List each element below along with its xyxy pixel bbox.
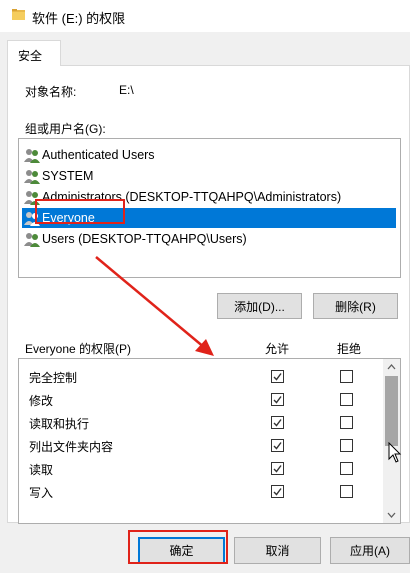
permission-label: 写入 <box>29 486 54 500</box>
window-title: 软件 (E:) 的权限 <box>32 11 126 26</box>
users-icon <box>24 233 40 247</box>
permission-label: 列出文件夹内容 <box>29 440 114 454</box>
table-row: 完全控制 <box>19 365 379 388</box>
deny-checkbox[interactable] <box>340 485 353 498</box>
apply-button[interactable]: 应用(A) <box>330 537 410 564</box>
allow-checkbox[interactable] <box>271 462 284 475</box>
annotation-highlight-ok <box>128 530 228 564</box>
tab-security[interactable]: 安全 <box>7 40 61 66</box>
title-bar: 软件 (E:) 的权限 <box>0 0 410 32</box>
table-row: 读取 <box>19 457 379 480</box>
list-item[interactable]: SYSTEM <box>22 166 396 186</box>
deny-checkbox[interactable] <box>340 439 353 452</box>
check-icon <box>273 488 282 496</box>
allow-checkbox[interactable] <box>271 370 284 383</box>
permission-label: 读取 <box>29 463 54 477</box>
permission-label: 读取和执行 <box>29 417 90 431</box>
scroll-down-icon[interactable] <box>383 506 400 523</box>
deny-checkbox[interactable] <box>340 416 353 429</box>
add-button[interactable]: 添加(D)... <box>217 293 302 319</box>
list-item-label: Users (DESKTOP-TTQAHPQ\Users) <box>42 232 247 246</box>
check-icon <box>273 419 282 427</box>
list-item-label: SYSTEM <box>42 169 94 183</box>
scroll-up-icon[interactable] <box>383 359 400 376</box>
permissions-list: 完全控制 修改 读取和执行 列出文件夹内容 读取 写入 <box>18 358 401 524</box>
deny-checkbox[interactable] <box>340 393 353 406</box>
object-name-label: 对象名称: <box>25 85 77 99</box>
check-icon <box>273 442 282 450</box>
users-icon <box>24 149 40 163</box>
cancel-button[interactable]: 取消 <box>234 537 321 564</box>
permission-label: 修改 <box>29 394 54 408</box>
scrollbar-thumb[interactable] <box>385 376 398 446</box>
mouse-cursor-icon <box>388 442 402 463</box>
list-item-label: Authenticated Users <box>42 148 155 162</box>
list-item[interactable]: Users (DESKTOP-TTQAHPQ\Users) <box>22 229 396 249</box>
remove-button[interactable]: 删除(R) <box>313 293 398 319</box>
deny-checkbox[interactable] <box>340 370 353 383</box>
tab-label: 安全 <box>18 49 43 63</box>
permissions-scrollbar[interactable] <box>383 359 400 523</box>
check-icon <box>273 465 282 473</box>
list-item[interactable]: Authenticated Users <box>22 145 396 165</box>
allow-checkbox[interactable] <box>271 485 284 498</box>
allow-header: 允许 <box>265 342 290 356</box>
table-row: 写入 <box>19 480 379 503</box>
groups-label: 组或用户名(G): <box>25 122 106 136</box>
table-row: 修改 <box>19 388 379 411</box>
dialog-client: 安全 对象名称: E:\ 组或用户名(G): Authenticated Use… <box>0 32 410 573</box>
allow-checkbox[interactable] <box>271 393 284 406</box>
object-name-value: E:\ <box>119 83 134 97</box>
deny-checkbox[interactable] <box>340 462 353 475</box>
allow-checkbox[interactable] <box>271 439 284 452</box>
table-row: 读取和执行 <box>19 411 379 434</box>
deny-header: 拒绝 <box>337 342 362 356</box>
check-icon <box>273 396 282 404</box>
allow-checkbox[interactable] <box>271 416 284 429</box>
users-icon <box>24 170 40 184</box>
permission-label: 完全控制 <box>29 371 78 385</box>
table-row: 列出文件夹内容 <box>19 434 379 457</box>
folder-icon <box>12 9 25 20</box>
permissions-label: Everyone 的权限(P) <box>25 342 132 356</box>
check-icon <box>273 373 282 381</box>
annotation-highlight-everyone <box>35 199 125 224</box>
